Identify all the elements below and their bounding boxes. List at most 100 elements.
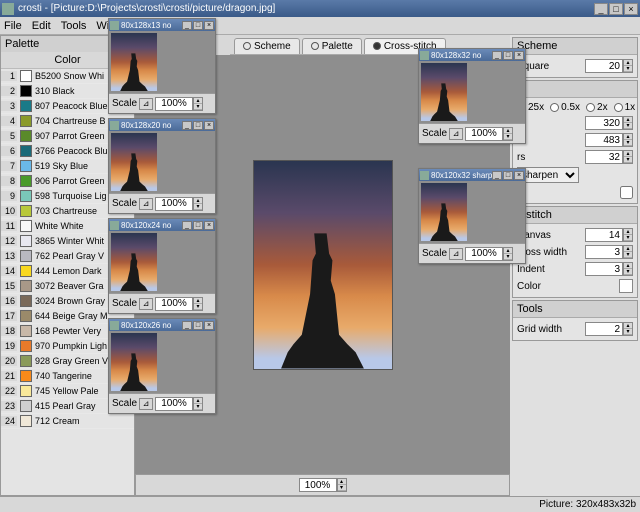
scale-input[interactable] [155, 97, 193, 111]
down-arrow-icon[interactable]: ▾ [504, 134, 512, 140]
slider-icon[interactable]: ⊿ [139, 298, 153, 310]
maximize-button[interactable]: □ [503, 171, 513, 180]
down-arrow-icon[interactable]: ▾ [194, 404, 202, 410]
float-title: 80x120x26 no [121, 321, 182, 330]
close-button[interactable]: × [514, 171, 524, 180]
down-arrow-icon[interactable]: ▾ [624, 252, 632, 258]
row-number: 10 [1, 206, 17, 216]
floss-input[interactable] [585, 245, 623, 259]
scale-spinbox[interactable]: ▴▾ [155, 397, 203, 411]
picture-header: e [513, 81, 637, 98]
down-arrow-icon[interactable]: ▾ [624, 66, 632, 72]
filter-select[interactable]: sharpen [517, 167, 579, 183]
zoom-spinbox[interactable]: ▴▾ [299, 478, 347, 492]
maximize-button[interactable]: □ [193, 221, 203, 230]
float-titlebar[interactable]: 80x128x32 no_□× [419, 49, 525, 61]
close-button[interactable]: × [624, 3, 638, 15]
float-titlebar[interactable]: 80x120x24 no_□× [109, 219, 215, 231]
down-arrow-icon[interactable]: ▾ [194, 104, 202, 110]
minimize-button[interactable]: _ [492, 51, 502, 60]
down-arrow-icon[interactable]: ▾ [624, 235, 632, 241]
float-titlebar[interactable]: 80x128x20 no_□× [109, 119, 215, 131]
scale-spinbox[interactable]: ▴▾ [155, 197, 203, 211]
maximize-button[interactable]: □ [609, 3, 623, 15]
square-input[interactable] [585, 59, 623, 73]
zoom-input[interactable] [299, 478, 337, 492]
scale-input[interactable] [465, 247, 503, 261]
float-scalebar: Scale⊿▴▾ [419, 243, 525, 263]
down-arrow-icon[interactable]: ▾ [194, 304, 202, 310]
scale-spinbox[interactable]: ▴▾ [465, 247, 513, 261]
scale-input[interactable] [465, 127, 503, 141]
float-titlebar[interactable]: 80x120x26 no_□× [109, 319, 215, 331]
scale-radio[interactable]: 25x 0.5x 2x 1x [517, 102, 633, 113]
preview-window[interactable]: 80x128x13 no_□×Scale⊿▴▾ [108, 18, 216, 114]
color-name: White White [35, 221, 84, 231]
rs-input[interactable] [585, 150, 623, 164]
minimize-button[interactable]: _ [182, 321, 192, 330]
thumbnail-image [111, 233, 157, 291]
preview-window[interactable]: 80x128x20 no_□×Scale⊿▴▾ [108, 118, 216, 214]
menu-file[interactable]: File [4, 20, 22, 32]
color-name: 3766 Peacock Blu [35, 146, 108, 156]
slider-icon[interactable]: ⊿ [449, 128, 463, 140]
color-swatch[interactable] [619, 279, 633, 293]
down-arrow-icon[interactable]: ▾ [624, 329, 632, 335]
close-button[interactable]: × [204, 221, 214, 230]
row-number: 5 [1, 131, 17, 141]
down-arrow-icon[interactable]: ▾ [624, 157, 632, 163]
radio-icon [311, 42, 319, 50]
height-input[interactable] [585, 116, 623, 130]
maximize-button[interactable]: □ [193, 121, 203, 130]
float-titlebar[interactable]: 80x128x13 no_□× [109, 19, 215, 31]
float-scalebar: Scale⊿▴▾ [109, 393, 215, 413]
scale-spinbox[interactable]: ▴▾ [155, 297, 203, 311]
menu-tools[interactable]: Tools [61, 20, 87, 32]
palette-row[interactable]: 24712 Cream [1, 414, 134, 429]
scale-spinbox[interactable]: ▴▾ [155, 97, 203, 111]
scale-input[interactable] [155, 397, 193, 411]
scale-input[interactable] [155, 197, 193, 211]
color-swatch [20, 130, 32, 142]
slider-icon[interactable]: ⊿ [139, 98, 153, 110]
down-arrow-icon[interactable]: ▾ [194, 204, 202, 210]
close-button[interactable]: × [514, 51, 524, 60]
close-button[interactable]: × [204, 21, 214, 30]
minimize-button[interactable]: _ [182, 221, 192, 230]
indent-input[interactable] [585, 262, 623, 276]
down-arrow-icon[interactable]: ▾ [624, 140, 632, 146]
down-arrow-icon[interactable]: ▾ [624, 269, 632, 275]
tab-scheme[interactable]: Scheme [234, 38, 300, 54]
menu-edit[interactable]: Edit [32, 20, 51, 32]
maximize-button[interactable]: □ [193, 21, 203, 30]
down-arrow-icon[interactable]: ▾ [338, 485, 346, 491]
maximize-button[interactable]: □ [193, 321, 203, 330]
canvas-input[interactable] [585, 228, 623, 242]
grid-input[interactable] [585, 322, 623, 336]
ct-checkbox[interactable] [620, 186, 633, 199]
slider-icon[interactable]: ⊿ [139, 198, 153, 210]
scale-label: Scale [422, 248, 447, 259]
minimize-button[interactable]: _ [182, 121, 192, 130]
down-arrow-icon[interactable]: ▾ [624, 123, 632, 129]
scale-spinbox[interactable]: ▴▾ [465, 127, 513, 141]
minimize-button[interactable]: _ [492, 171, 502, 180]
maximize-button[interactable]: □ [503, 51, 513, 60]
preview-window[interactable]: 80x120x32 sharpen_□× Scale⊿▴▾ [418, 168, 526, 264]
minimize-button[interactable]: _ [182, 21, 192, 30]
preview-window[interactable]: 80x128x32 no_□×Scale⊿▴▾ [418, 48, 526, 144]
preview-window[interactable]: 80x120x24 no_□×Scale⊿▴▾ [108, 218, 216, 314]
width-input[interactable] [585, 133, 623, 147]
float-titlebar[interactable]: 80x120x32 sharpen_□× [419, 169, 525, 181]
minimize-button[interactable]: _ [594, 3, 608, 15]
row-number: 8 [1, 176, 17, 186]
tab-palette[interactable]: Palette [302, 38, 362, 54]
preview-window[interactable]: 80x120x26 no_□× Scale⊿▴▾ [108, 318, 216, 414]
close-button[interactable]: × [204, 321, 214, 330]
slider-icon[interactable]: ⊿ [139, 398, 153, 410]
row-number: 24 [1, 416, 17, 426]
slider-icon[interactable]: ⊿ [449, 248, 463, 260]
scale-input[interactable] [155, 297, 193, 311]
down-arrow-icon[interactable]: ▾ [504, 254, 512, 260]
close-button[interactable]: × [204, 121, 214, 130]
